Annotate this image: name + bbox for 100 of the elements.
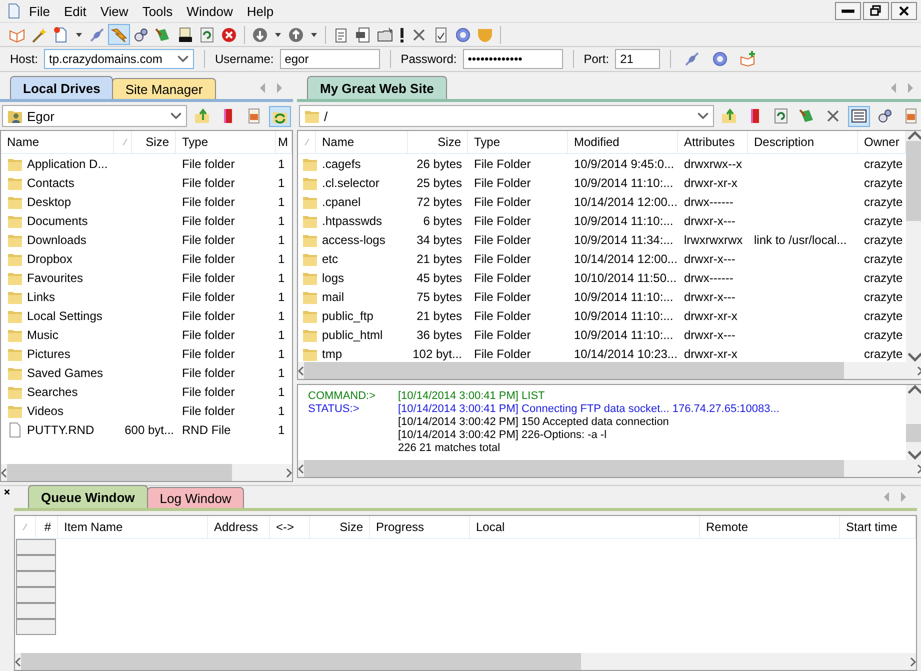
menu-item[interactable]: Help bbox=[240, 2, 281, 20]
file-name[interactable]: Searches bbox=[27, 384, 78, 398]
column-header[interactable]: # bbox=[36, 516, 58, 538]
file-name[interactable]: .cpanel bbox=[322, 194, 361, 208]
file-name[interactable]: public_html bbox=[322, 328, 383, 342]
row-header[interactable] bbox=[16, 571, 56, 587]
file-name[interactable]: Local Settings bbox=[27, 308, 102, 322]
scroll-down-icon bbox=[906, 352, 921, 362]
column-header[interactable]: Size bbox=[132, 131, 176, 153]
file-name[interactable]: PUTTY.RND bbox=[27, 422, 94, 436]
file-name[interactable]: Links bbox=[27, 290, 56, 304]
file-name[interactable]: tmp bbox=[322, 346, 342, 360]
toolbar-button[interactable] bbox=[848, 106, 870, 126]
table-cell: 10/14/2014 10:23... bbox=[574, 346, 678, 360]
file-name[interactable]: .htpasswds bbox=[322, 214, 382, 228]
file-name[interactable]: Contacts bbox=[27, 176, 74, 190]
table-cell: File folder bbox=[182, 232, 235, 246]
scroll-thumb[interactable] bbox=[7, 464, 232, 481]
file-name[interactable]: access-logs bbox=[322, 232, 386, 246]
column-header[interactable]: Attributes bbox=[678, 131, 748, 153]
host-field[interactable]: tp.crazydomains.com bbox=[44, 49, 194, 69]
column-header[interactable]: Remote bbox=[700, 516, 840, 538]
table-cell: link to /usr/local... bbox=[754, 232, 847, 246]
row-header[interactable] bbox=[16, 587, 56, 603]
tab[interactable]: My Great Web Site bbox=[307, 76, 447, 99]
column-header[interactable]: Progress bbox=[370, 516, 470, 538]
file-name[interactable]: .cagefs bbox=[322, 156, 361, 170]
file-name[interactable]: public_ftp bbox=[322, 308, 374, 322]
tab[interactable]: Local Drives bbox=[10, 76, 114, 99]
column-header[interactable]: Local bbox=[470, 516, 700, 538]
table-cell: drwxrwx--x bbox=[684, 156, 742, 170]
menu-item[interactable]: Window bbox=[180, 2, 240, 20]
close-button[interactable] bbox=[891, 2, 917, 20]
exclamation-icon bbox=[399, 26, 405, 42]
scroll-thumb[interactable] bbox=[906, 140, 921, 221]
column-header[interactable]: Description bbox=[748, 131, 858, 153]
column-header[interactable]: Size bbox=[310, 516, 370, 538]
column-header[interactable]: Name bbox=[316, 131, 408, 153]
column-header[interactable]: Start time bbox=[840, 516, 916, 538]
scrollbar[interactable] bbox=[1, 464, 292, 481]
row-header[interactable] bbox=[16, 603, 56, 619]
path-dropdown[interactable]: Egor bbox=[2, 105, 187, 127]
table-cell: 600 byt... bbox=[124, 422, 174, 436]
stop-icon bbox=[221, 26, 237, 42]
restore-button[interactable] bbox=[863, 2, 889, 20]
file-name[interactable]: Documents bbox=[27, 214, 88, 228]
row-header[interactable] bbox=[16, 619, 56, 635]
path-dropdown[interactable]: / bbox=[299, 105, 714, 127]
scrollbar[interactable] bbox=[906, 385, 921, 460]
column-header[interactable]: Type bbox=[468, 131, 568, 153]
scroll-thumb[interactable] bbox=[21, 653, 581, 670]
scrollbar[interactable] bbox=[15, 653, 916, 670]
file-name[interactable]: logs bbox=[322, 270, 344, 284]
table-cell: File folder bbox=[182, 270, 235, 284]
username-field[interactable]: egor bbox=[280, 49, 380, 69]
file-name[interactable]: Saved Games bbox=[27, 366, 104, 380]
table-cell: 10/9/2014 11:10:... bbox=[574, 214, 674, 228]
log-message: [10/14/2014 3:00:41 PM] Connecting FTP data socket... 176.74.27.65:10083... bbox=[398, 402, 780, 414]
row-header[interactable] bbox=[16, 555, 56, 571]
file-name[interactable]: etc bbox=[322, 252, 338, 266]
column-header[interactable]: Type bbox=[176, 131, 276, 153]
menu-item[interactable]: File bbox=[22, 2, 57, 20]
port-field[interactable]: 21 bbox=[615, 49, 660, 69]
menu-item[interactable]: Edit bbox=[56, 2, 94, 20]
menu-item[interactable]: Tools bbox=[135, 2, 180, 20]
row-header[interactable] bbox=[16, 539, 56, 555]
menu-item[interactable]: View bbox=[93, 2, 136, 20]
file-name[interactable]: Pictures bbox=[27, 346, 70, 360]
file-name[interactable]: Application D... bbox=[27, 156, 108, 170]
table-cell: drwxr-xr-x bbox=[684, 308, 738, 322]
column-header[interactable]: Size bbox=[408, 131, 468, 153]
column-header[interactable]: Item Name bbox=[58, 516, 208, 538]
file-name[interactable]: Videos bbox=[27, 404, 64, 418]
file-name[interactable]: Downloads bbox=[27, 232, 86, 246]
file-name[interactable]: Desktop bbox=[27, 194, 72, 208]
file-name[interactable]: mail bbox=[322, 290, 344, 304]
table-cell: File folder bbox=[182, 176, 235, 190]
password-field[interactable]: ••••••••••••• bbox=[462, 49, 563, 69]
tab[interactable]: Queue Window bbox=[28, 485, 148, 508]
table-cell: RND File bbox=[182, 422, 231, 436]
column-header[interactable]: Modified bbox=[568, 131, 678, 153]
column-header[interactable]: Name bbox=[1, 131, 114, 153]
tab[interactable]: Site Manager bbox=[112, 78, 216, 99]
table-cell: drwxr-x--- bbox=[684, 290, 736, 304]
scrollbar[interactable] bbox=[906, 131, 921, 362]
column-header[interactable]: <-> bbox=[270, 516, 310, 538]
column-header[interactable]: Address bbox=[208, 516, 270, 538]
scroll-thumb[interactable] bbox=[906, 424, 921, 442]
column-header[interactable]: M bbox=[276, 131, 292, 153]
file-name[interactable]: Dropbox bbox=[27, 252, 72, 266]
table-cell: 26 bytes bbox=[416, 156, 462, 170]
minimize-button[interactable] bbox=[835, 2, 861, 20]
tab[interactable]: Log Window bbox=[146, 487, 244, 508]
log-label: COMMAND:> bbox=[308, 390, 376, 402]
file-name[interactable]: Favourites bbox=[27, 270, 84, 284]
minimize-icon bbox=[840, 8, 856, 14]
file-name[interactable]: Music bbox=[27, 328, 58, 342]
table-cell: drwx------ bbox=[684, 194, 734, 208]
file-name[interactable]: .cl.selector bbox=[322, 176, 380, 190]
table-cell: crazyte bbox=[864, 156, 903, 170]
